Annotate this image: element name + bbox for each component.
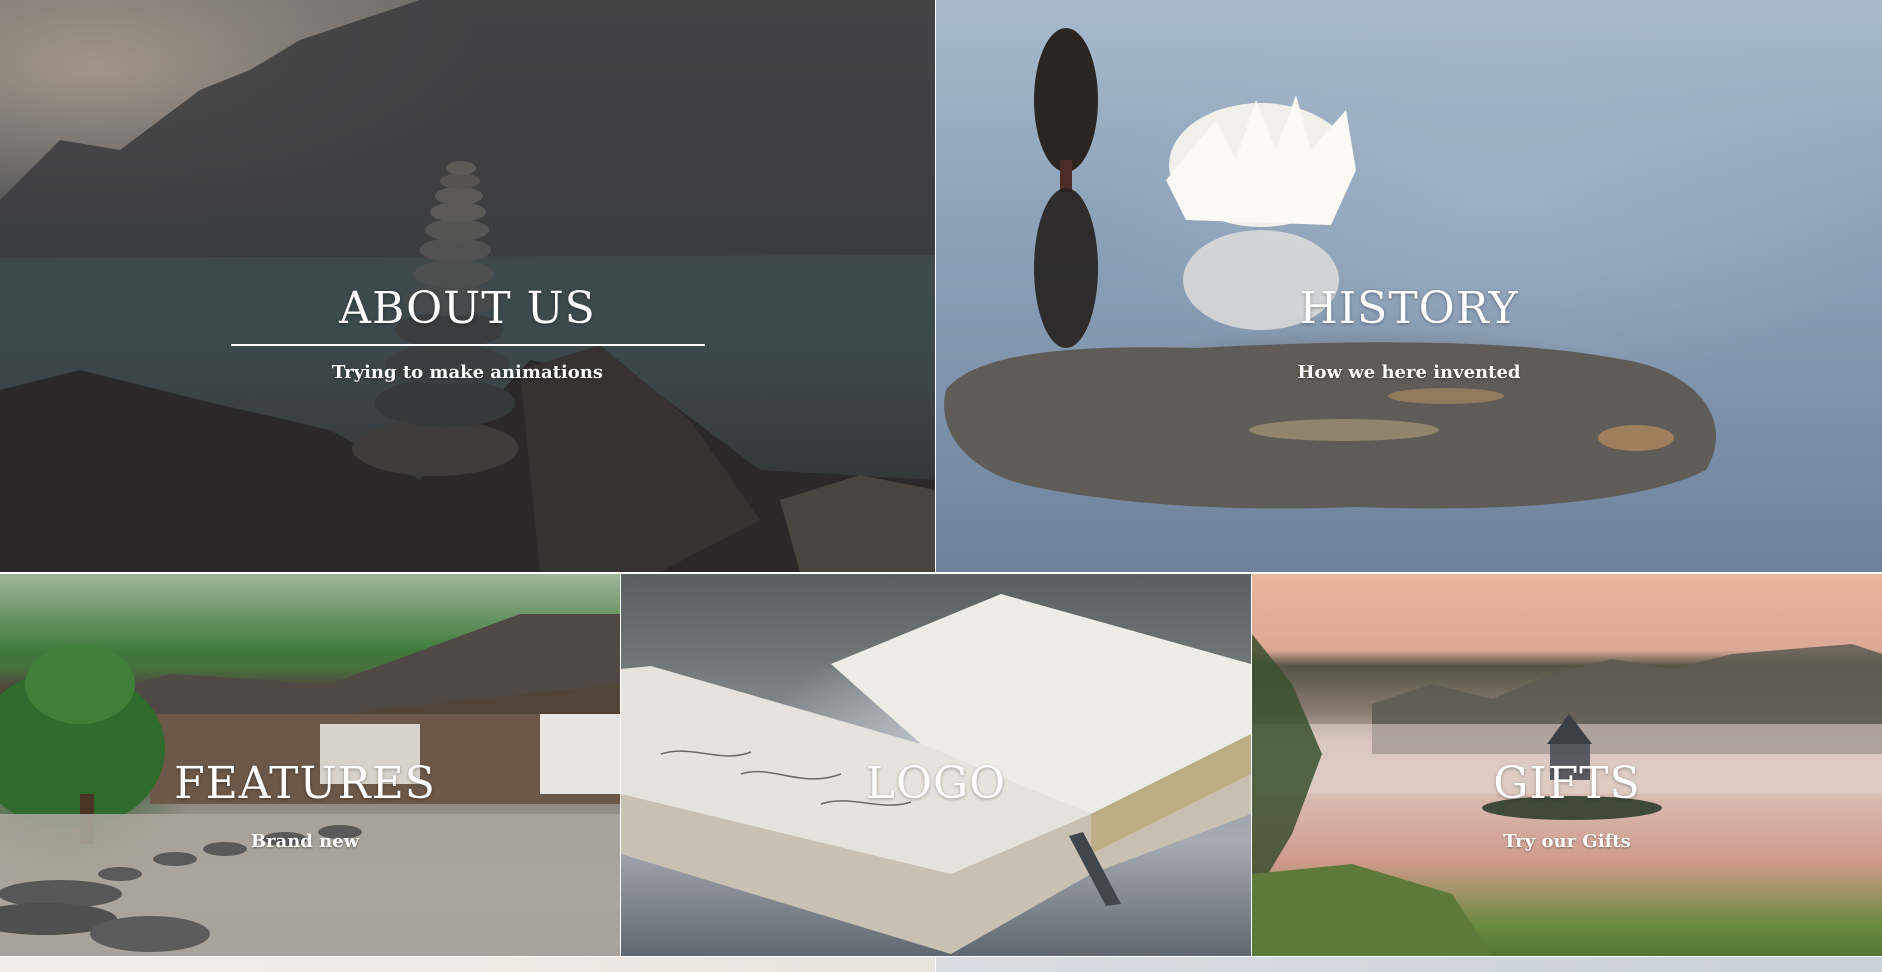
tile-history[interactable]: HISTORY How we here invented	[936, 0, 1882, 572]
next-row-tile-left[interactable]	[0, 957, 935, 972]
gifts-title: GIFTS	[1493, 758, 1641, 809]
next-row-tile-right[interactable]	[936, 957, 1882, 972]
history-caption: HISTORY How we here invented	[936, 283, 1882, 383]
features-subtitle: Brand new	[250, 831, 360, 852]
features-caption: FEATURES Brand new	[0, 758, 610, 852]
logo-caption: LOGO	[621, 758, 1251, 809]
gifts-caption: GIFTS Try our Gifts	[1252, 758, 1882, 852]
history-title: HISTORY	[1299, 283, 1519, 334]
tile-features[interactable]: FEATURES Brand new	[0, 574, 620, 956]
tile-about-us[interactable]: ABOUT US Trying to make animations	[0, 0, 935, 572]
gifts-subtitle: Try our Gifts	[1503, 831, 1631, 852]
tile-logo[interactable]: LOGO	[621, 574, 1251, 956]
about-title: ABOUT US	[339, 283, 596, 334]
tile-gifts[interactable]: GIFTS Try our Gifts	[1252, 574, 1882, 956]
about-divider	[230, 344, 705, 346]
features-title: FEATURES	[174, 758, 436, 809]
history-subtitle: How we here invented	[1297, 362, 1521, 383]
about-subtitle: Trying to make animations	[332, 362, 603, 383]
about-caption: ABOUT US Trying to make animations	[0, 283, 935, 383]
next-row-strip	[0, 957, 1882, 972]
logo-title: LOGO	[865, 758, 1007, 809]
